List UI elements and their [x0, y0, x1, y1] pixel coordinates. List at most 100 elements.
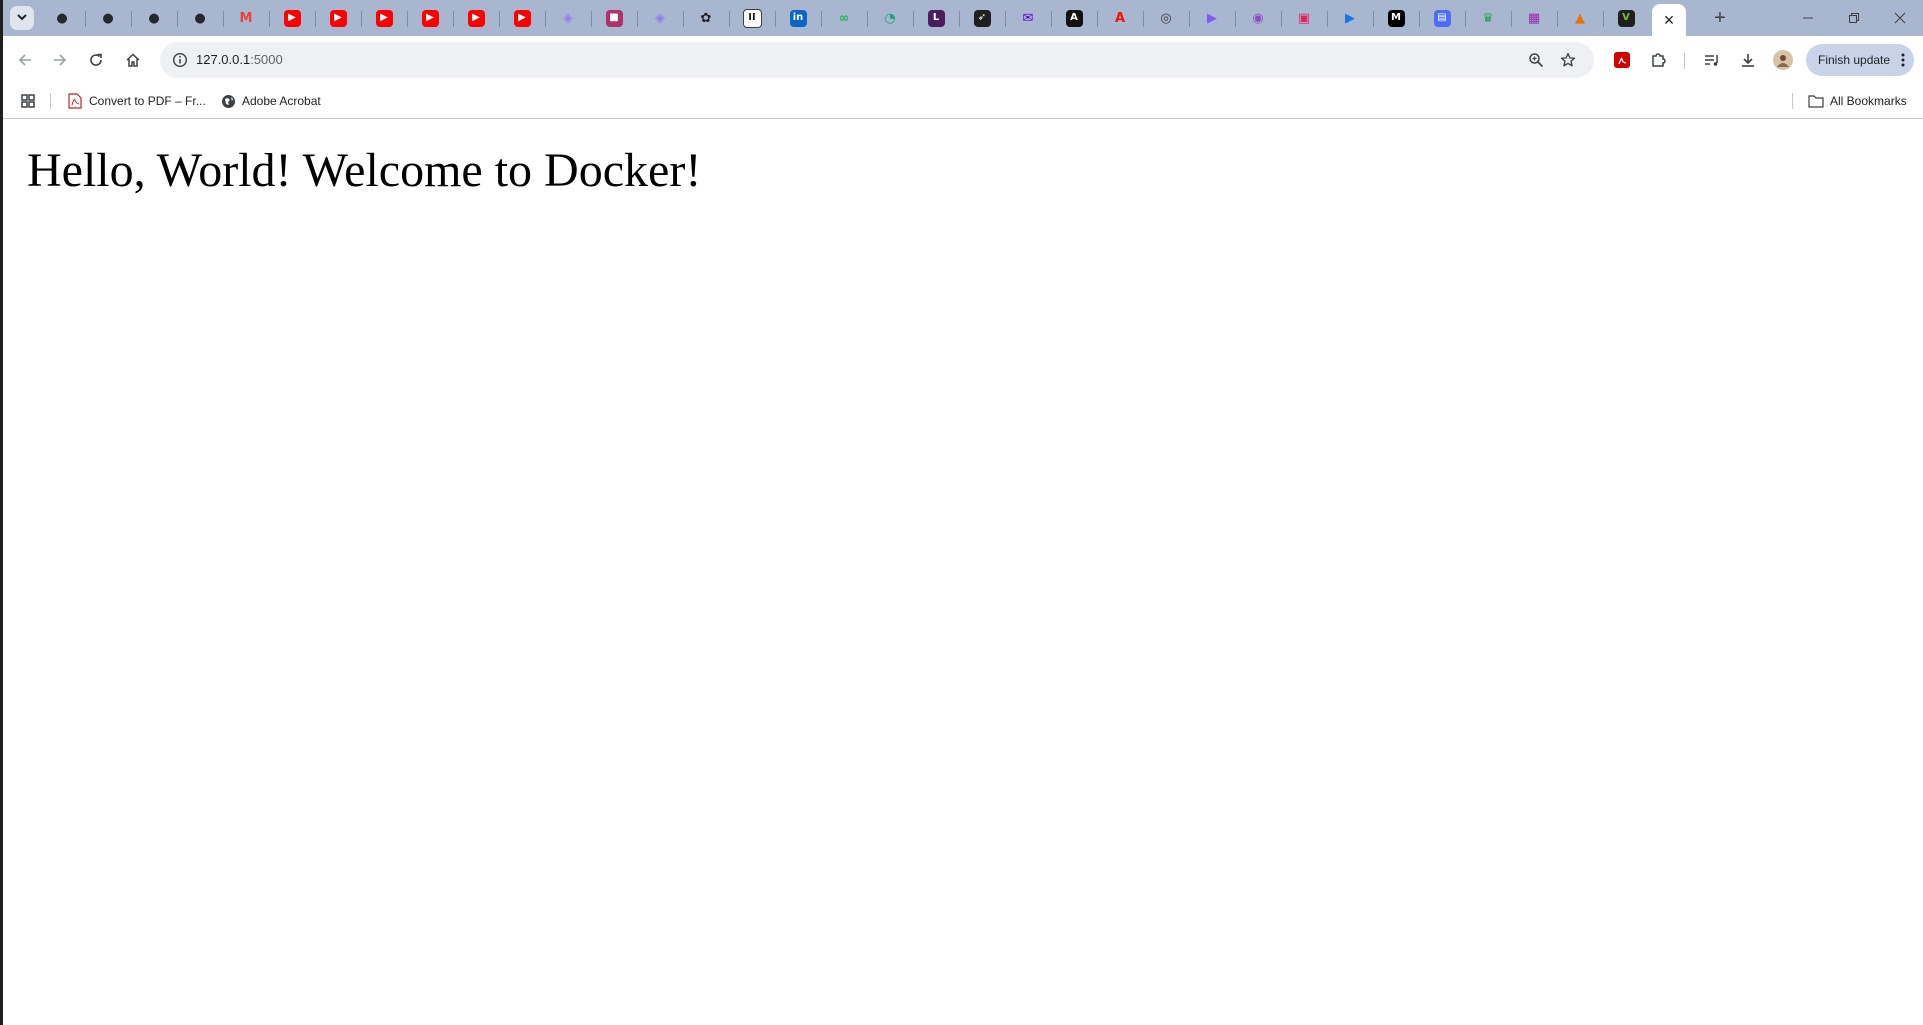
plus-icon: + — [1714, 7, 1726, 29]
address-bar[interactable]: 127.0.0.1:5000 — [160, 42, 1594, 78]
pinned-tab[interactable]: ◈ — [546, 4, 590, 32]
restore-icon — [1849, 13, 1859, 23]
qr-icon: ▦ — [1527, 10, 1541, 26]
pinned-tab[interactable]: ▤ — [1420, 4, 1464, 32]
pinned-tab[interactable]: M — [224, 4, 268, 32]
pinned-tab[interactable]: A — [1052, 4, 1096, 32]
github-icon: ● — [148, 10, 160, 26]
home-button[interactable] — [119, 46, 147, 74]
minimize-button[interactable] — [1785, 2, 1831, 34]
mail-icon: ✉ — [1022, 10, 1034, 26]
pinned-tab[interactable]: ● — [86, 4, 130, 32]
bookmark-adobe-acrobat[interactable]: Adobe Acrobat — [220, 91, 321, 111]
pinned-tab[interactable]: ▣ — [1282, 4, 1326, 32]
podcast-icon: ◉ — [1252, 10, 1264, 26]
profile-button[interactable] — [1769, 46, 1797, 74]
pause-app-icon: II — [742, 8, 762, 28]
close-tab-icon[interactable]: × — [1664, 11, 1675, 29]
youtube-icon: ▶ — [283, 9, 301, 27]
image-icon: ▣ — [1297, 10, 1311, 26]
pinned-tab[interactable]: ◎ — [1144, 4, 1188, 32]
pinned-tab[interactable]: ■ — [592, 4, 636, 32]
chevron-down-icon — [17, 14, 27, 21]
pinned-tab[interactable]: ▶ — [500, 4, 544, 32]
pinned-tab[interactable]: ✿ — [684, 4, 728, 32]
pinned-tab[interactable]: ▶ — [408, 4, 452, 32]
pinned-tab[interactable]: M — [1374, 4, 1418, 32]
pinned-tab[interactable]: II — [730, 4, 774, 32]
pinned-tab[interactable]: ▶ — [362, 4, 406, 32]
zoom-button[interactable] — [1524, 48, 1548, 72]
arrow-left-icon — [18, 54, 31, 66]
globe-icon — [220, 93, 236, 109]
restore-button[interactable] — [1831, 2, 1877, 34]
zoom-in-icon — [1529, 53, 1544, 68]
pinned-tab[interactable]: ▲ — [1558, 4, 1602, 32]
openai-icon: ✿ — [700, 10, 712, 26]
forward-button[interactable] — [46, 46, 74, 74]
bookmark-star-button[interactable] — [1556, 48, 1580, 72]
url-text[interactable]: 127.0.0.1:5000 — [196, 52, 283, 68]
pinned-tab[interactable]: ◈ — [638, 4, 682, 32]
window-edge — [0, 0, 3, 1025]
chat-bubble-icon: ◔ — [884, 10, 896, 26]
back-button[interactable] — [11, 46, 39, 74]
site-info-button[interactable] — [168, 48, 192, 72]
reload-icon — [90, 53, 102, 66]
lmh-icon: L — [927, 9, 945, 27]
pinned-tab[interactable]: ♛ — [1466, 4, 1510, 32]
acrobat-extension-button[interactable] — [1608, 46, 1636, 74]
home-icon — [126, 53, 140, 67]
crown-icon: ♛ — [1482, 10, 1494, 26]
medium-icon: M — [1387, 9, 1405, 27]
extensions-button[interactable] — [1645, 46, 1673, 74]
pinned-tab[interactable]: ● — [40, 4, 84, 32]
triangle-a-icon: A — [1065, 9, 1083, 27]
reload-button[interactable] — [82, 46, 110, 74]
printer-icon: ▤ — [1433, 9, 1451, 27]
pinned-tab[interactable]: ✉ — [1006, 4, 1050, 32]
close-window-button[interactable] — [1877, 2, 1923, 34]
active-tab[interactable]: × — [1652, 4, 1686, 36]
arrow-right-icon — [54, 54, 67, 66]
compass-icon: ◎ — [1160, 10, 1172, 26]
pinned-tab[interactable]: ∞ — [822, 4, 866, 32]
tab-search-button[interactable] — [10, 6, 34, 30]
finish-update-button[interactable]: Finish update — [1806, 44, 1914, 76]
cube-icon: ◈ — [563, 10, 573, 26]
pinned-tab[interactable]: ◉ — [1236, 4, 1280, 32]
pinned-tab[interactable]: ● — [132, 4, 176, 32]
pinned-tab[interactable]: ▶ — [270, 4, 314, 32]
page-heading: Hello, World! Welcome to Docker! — [27, 144, 702, 197]
apps-button[interactable] — [20, 91, 36, 111]
folder-icon — [1808, 93, 1824, 109]
cube-icon: ◈ — [655, 10, 665, 26]
pinned-tab[interactable]: A — [1098, 4, 1142, 32]
gmail-icon: M — [239, 10, 253, 26]
media-controls-button[interactable] — [1698, 46, 1726, 74]
rocket-icon: ➶ — [973, 9, 991, 27]
youtube-icon: ▶ — [467, 9, 485, 27]
apps-grid-icon — [21, 94, 35, 108]
downloads-button[interactable] — [1734, 46, 1762, 74]
bookmark-convert-to-pdf[interactable]: Convert to PDF – Fr... — [67, 91, 206, 111]
youtube-icon: ▶ — [421, 9, 439, 27]
pinned-tab[interactable]: ▶ — [1328, 4, 1372, 32]
pinned-tab[interactable]: ▶ — [316, 4, 360, 32]
github-icon: ● — [194, 10, 206, 26]
pinned-tab[interactable]: V — [1604, 4, 1648, 32]
more-vertical-icon — [1901, 53, 1905, 67]
pinned-tab[interactable]: L — [914, 4, 958, 32]
video-icon: ▶ — [1207, 10, 1217, 26]
pinned-tab[interactable]: ● — [178, 4, 222, 32]
pinned-tab[interactable]: ▦ — [1512, 4, 1556, 32]
pinned-tab[interactable]: ▶ — [454, 4, 498, 32]
all-bookmarks-button[interactable]: All Bookmarks — [1808, 91, 1907, 111]
pinned-tab[interactable]: ➶ — [960, 4, 1004, 32]
pinned-tab[interactable]: ◔ — [868, 4, 912, 32]
pinned-tab[interactable]: ▶ — [1190, 4, 1234, 32]
new-tab-button[interactable]: + — [1708, 6, 1732, 30]
pinned-tab[interactable]: in — [776, 4, 820, 32]
finish-update-label: Finish update — [1818, 53, 1891, 67]
browser-window: ● ● ● ● M ▶ ▶ ▶ ▶ ▶ ▶ ◈ ■ ◈ ✿ II in ∞ ◔ L ➶ ✉ A A ◎ ▶ ◉ ▣ ▶ M ▤ ♛ ▦ ▲ V × … — [0, 0, 1923, 1025]
